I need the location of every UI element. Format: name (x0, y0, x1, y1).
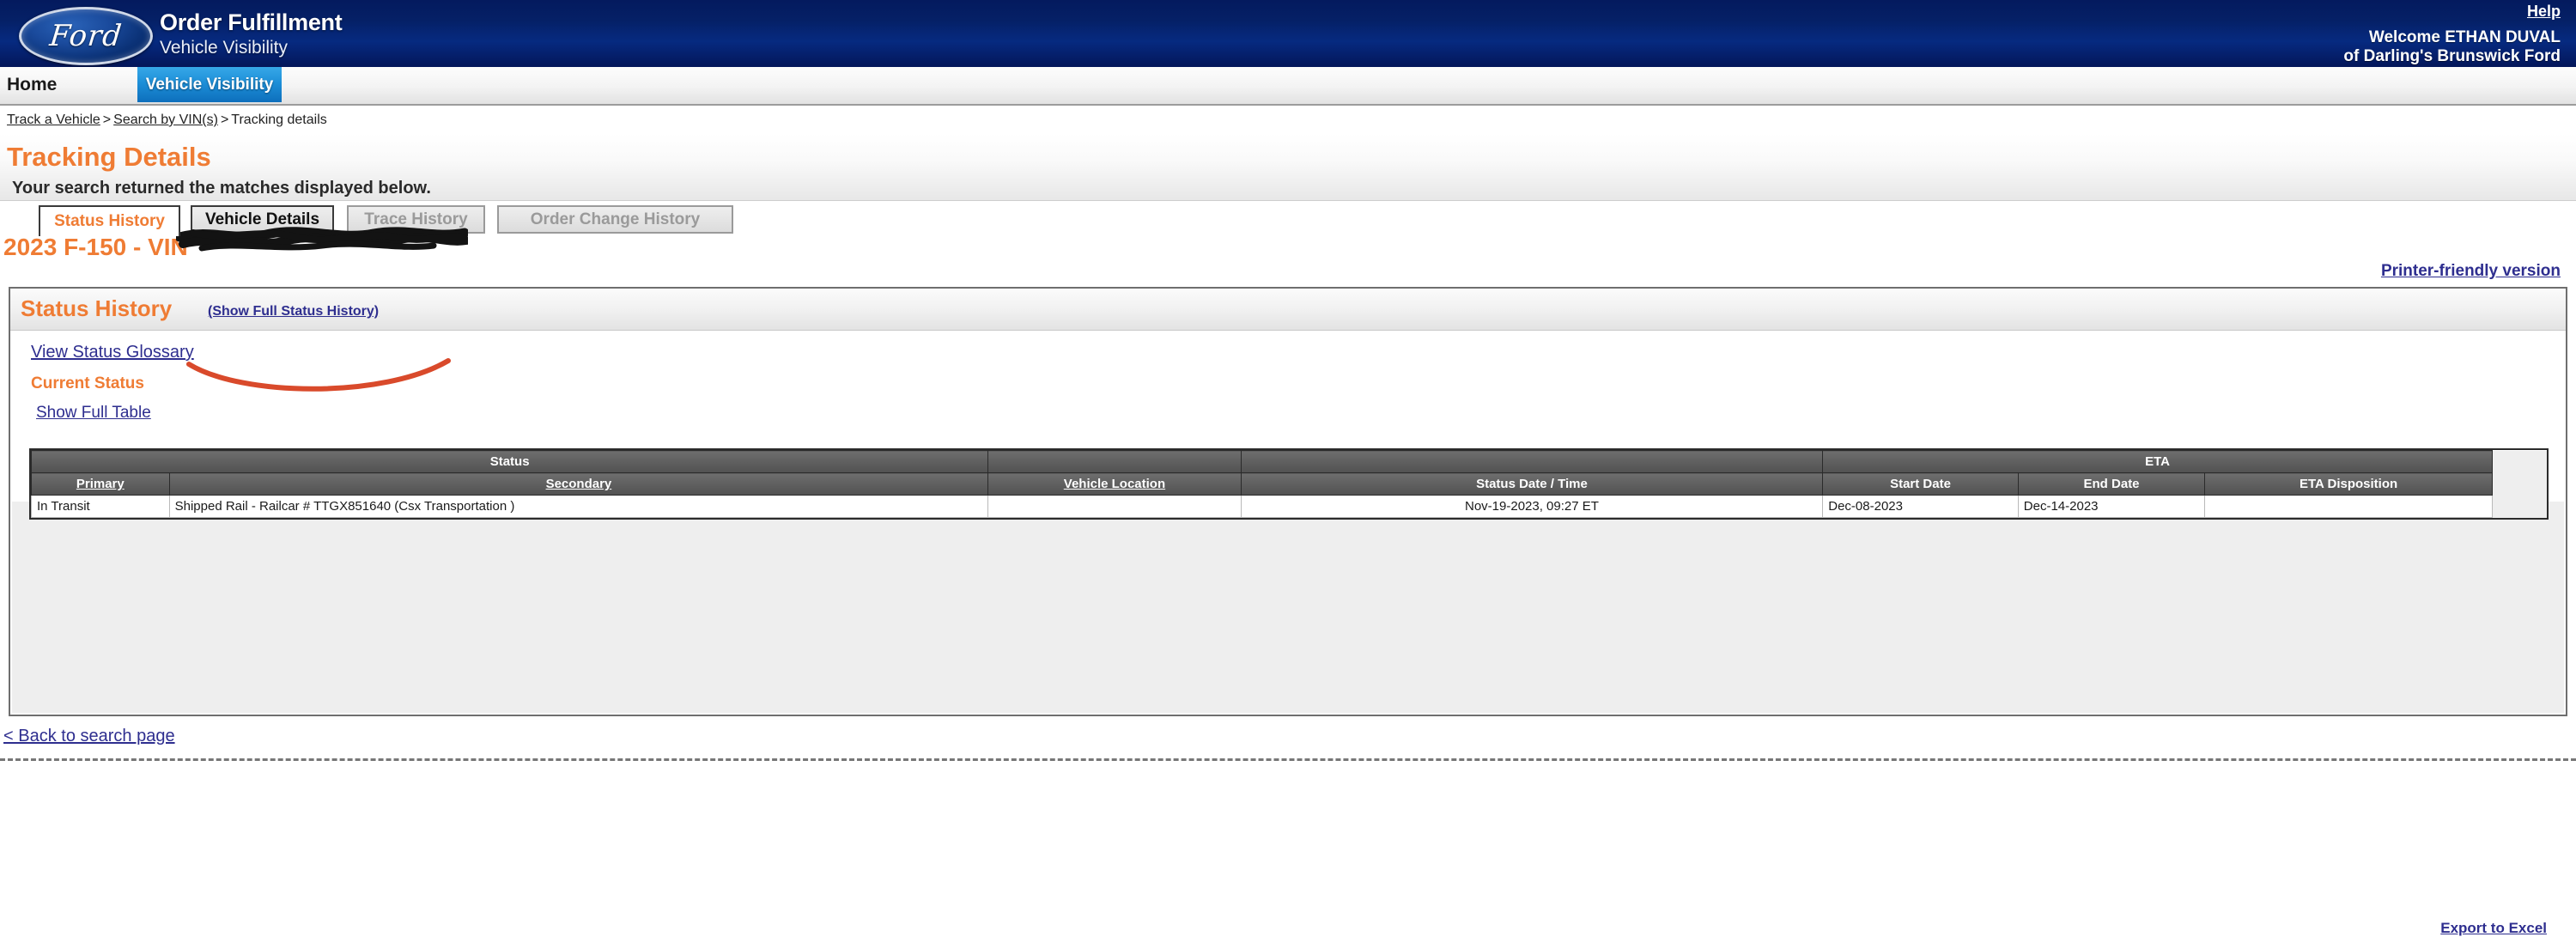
cell-vehicle-location (987, 495, 1242, 518)
status-history-panel: Status History (Show Full Status History… (9, 287, 2567, 936)
column-header-vehicle-location-label: Vehicle Location (1063, 477, 1166, 491)
cell-primary: In Transit (31, 495, 170, 518)
app-title: Order Fulfillment (160, 9, 343, 35)
cell-eta-disposition (2204, 495, 2493, 518)
column-header-start-date: Start Date (1822, 472, 2019, 496)
table-group-header-row: Status ETA (30, 450, 2547, 473)
cell-eta-end-date: Dec-14-2023 (2017, 495, 2206, 518)
breadcrumb-track-a-vehicle[interactable]: Track a Vehicle (7, 113, 100, 127)
page-title-band: Tracking Details Your search returned th… (0, 133, 2576, 201)
page-title: Tracking Details (7, 142, 211, 172)
group-header-blank-1 (987, 450, 1242, 473)
group-header-spacer (2491, 450, 2547, 473)
column-header-end-date: End Date (2017, 472, 2206, 496)
table-column-header-row: Primary Secondary Vehicle Location Statu… (31, 472, 2547, 496)
vehicle-heading-text: 2023 F-150 - VIN (3, 234, 188, 260)
group-header-status: Status (30, 450, 989, 473)
welcome-user-text: Welcome ETHAN DUVAL of Darling's Brunswi… (2343, 28, 2561, 66)
ford-logo-icon: Ford (19, 7, 153, 65)
tab-status-history[interactable]: Status History (39, 205, 180, 236)
show-full-status-history-link[interactable]: (Show Full Status History) (208, 304, 379, 319)
status-history-title: Status History (21, 295, 173, 321)
column-header-secondary[interactable]: Secondary (168, 472, 989, 496)
nav-item-home[interactable]: Home (7, 75, 57, 95)
breadcrumb-separator-1: > (102, 113, 112, 127)
primary-nav: Home Vehicle Visibility (0, 67, 2576, 106)
table-row: In Transit Shipped Rail - Railcar # TTGX… (31, 495, 2547, 518)
app-header: Ford Order Fulfillment Vehicle Visibilit… (0, 0, 2576, 67)
view-status-glossary-row: View Status Glossary (10, 331, 2566, 362)
column-header-secondary-label: Secondary (545, 477, 612, 491)
page-result-message: Your search returned the matches display… (12, 179, 431, 198)
show-full-table-row: Show Full Table (10, 393, 2566, 423)
breadcrumb-separator-2: > (220, 113, 229, 127)
panel-background (12, 502, 2564, 713)
status-history-panel-header: Status History (Show Full Status History… (10, 289, 2566, 331)
status-history-table: Status ETA Primary Secondary Vehicle Loc… (30, 450, 2547, 518)
welcome-line-1: Welcome ETHAN DUVAL (2368, 28, 2561, 46)
export-to-excel-link[interactable]: Export to Excel (2440, 920, 2547, 937)
app-subtitle: Vehicle Visibility (160, 38, 289, 58)
cell-status-date-time: Nov-19-2023, 09:27 ET (1240, 495, 1824, 518)
nav-item-vehicle-visibility[interactable]: Vehicle Visibility (137, 67, 282, 102)
current-status-label: Current Status (31, 374, 144, 392)
breadcrumb-current: Tracking details (231, 113, 327, 127)
help-link[interactable]: Help (2527, 3, 2561, 21)
cell-eta-start-date: Dec-08-2023 (1822, 495, 2019, 518)
column-header-primary-label: Primary (76, 477, 125, 491)
tab-vehicle-details[interactable]: Vehicle Details (191, 205, 334, 234)
ford-logo-text: Ford (47, 19, 125, 53)
printer-friendly-link[interactable]: Printer-friendly version (2381, 262, 2561, 281)
cell-secondary: Shipped Rail - Railcar # TTGX851640 (Csx… (168, 495, 989, 518)
column-header-status-date-time: Status Date / Time (1240, 472, 1824, 496)
show-full-table-link[interactable]: Show Full Table (36, 404, 151, 422)
tab-trace-history: Trace History (347, 205, 485, 234)
group-header-blank-2 (1240, 450, 1824, 473)
breadcrumb: Track a Vehicle > Search by VIN(s) > Trackin… (0, 106, 2576, 133)
group-header-eta: ETA (1822, 450, 2493, 473)
view-status-glossary-link[interactable]: View Status Glossary (31, 343, 194, 362)
column-header-spacer (2491, 472, 2547, 496)
breadcrumb-search-by-vin[interactable]: Search by VIN(s) (113, 113, 218, 127)
column-header-eta-disposition: ETA Disposition (2204, 472, 2493, 496)
page-footer: < Back to search page (0, 716, 2576, 764)
detail-tabstrip: Status History Vehicle Details Trace His… (0, 201, 2576, 260)
column-header-vehicle-location[interactable]: Vehicle Location (987, 472, 1242, 496)
tab-order-change-history: Order Change History (497, 205, 733, 234)
cell-spacer (2491, 495, 2547, 518)
printer-friendly-row: Printer-friendly version (0, 258, 2576, 287)
welcome-line-2: of Darling's Brunswick Ford (2343, 46, 2561, 65)
back-to-search-page-link[interactable]: < Back to search page (3, 727, 175, 746)
footer-divider (0, 758, 2576, 761)
column-header-primary[interactable]: Primary (31, 472, 170, 496)
status-history-table-wrapper: Status ETA Primary Secondary Vehicle Loc… (29, 448, 2549, 520)
